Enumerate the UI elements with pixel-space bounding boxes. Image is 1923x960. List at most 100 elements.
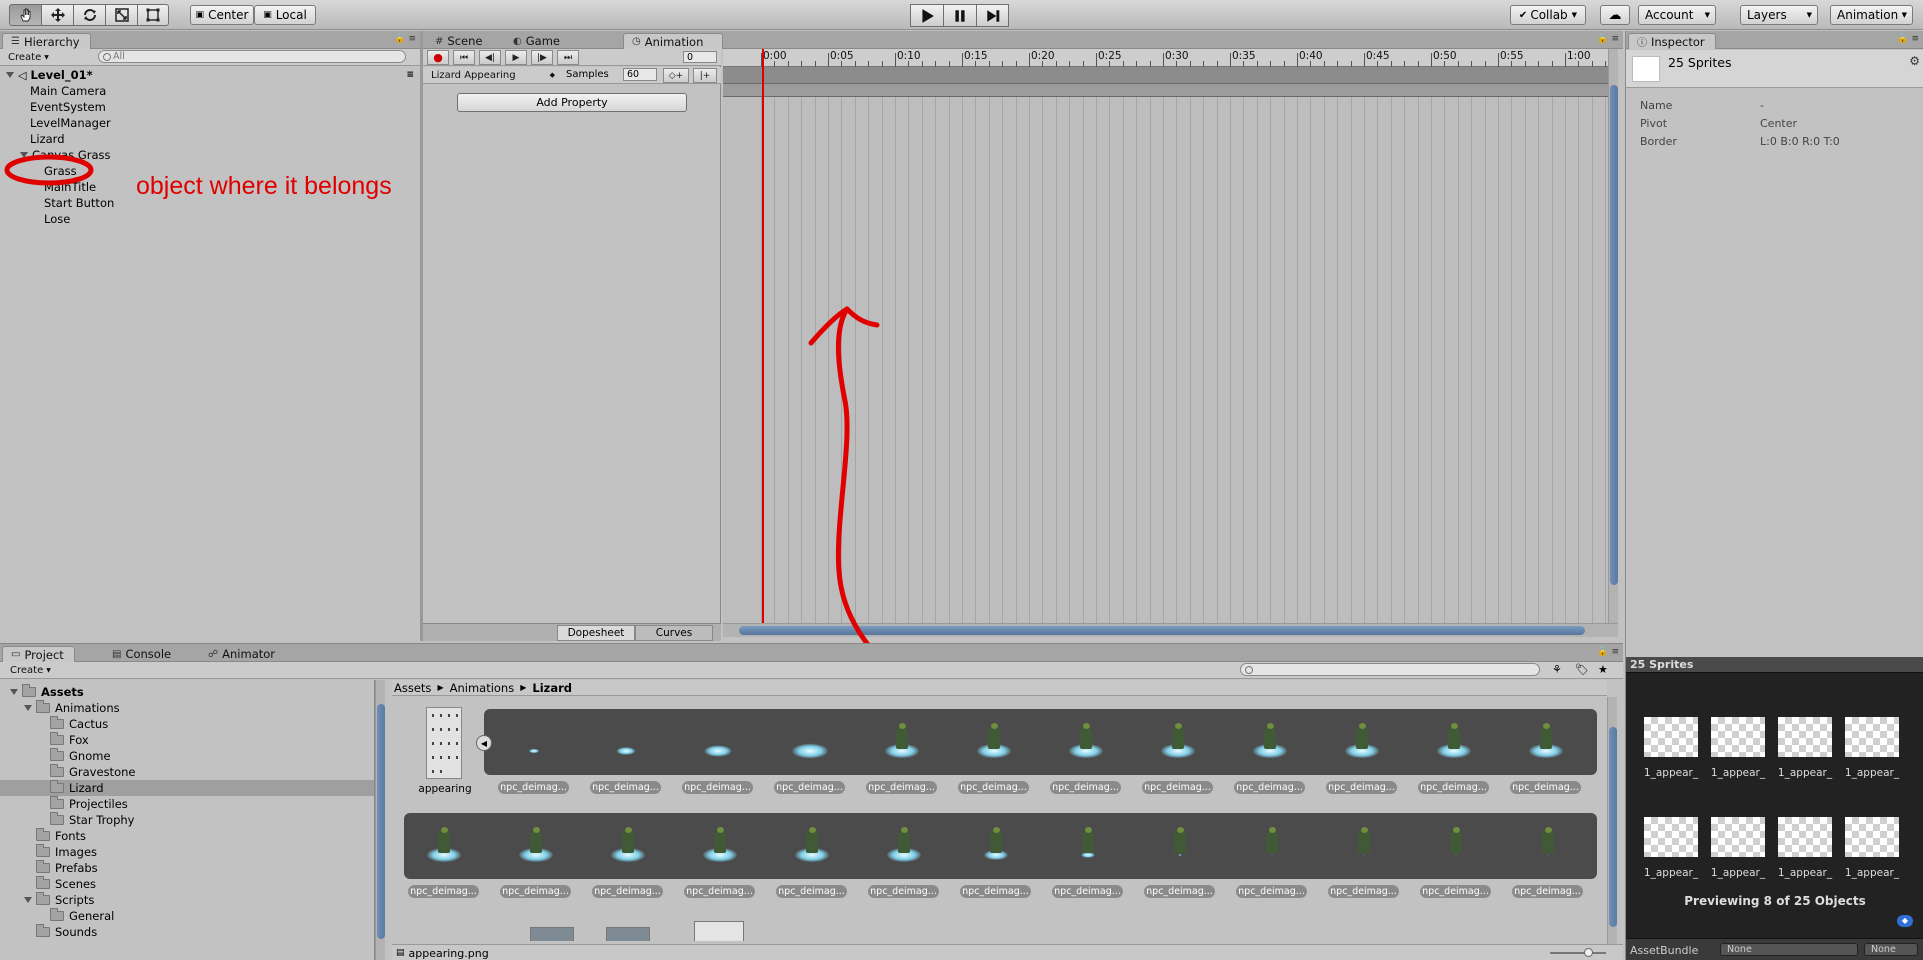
time-ruler[interactable]: 0:00 0:05 0:10 0:15 0:20 0:25 0:30 0:35 0:40 0:45… — [723, 49, 1608, 67]
create-dropdown[interactable]: Create ▼ — [4, 50, 53, 64]
sprite-frame-label[interactable]: npc_deimag... — [1418, 781, 1489, 794]
sprite-frame-label[interactable]: npc_deimag... — [1420, 885, 1491, 898]
breadcrumb-item[interactable]: Assets — [394, 681, 431, 695]
assets-vscroll[interactable] — [1607, 697, 1617, 944]
sprite-frame-thumb[interactable] — [960, 719, 1030, 767]
layout-dropdown[interactable]: Animation ▼ — [1830, 5, 1913, 25]
hand-tool-button[interactable] — [9, 4, 41, 26]
hierarchy-item[interactable]: Lose — [0, 211, 420, 227]
folder-tree-item[interactable]: Gravestone — [0, 764, 374, 780]
collapse-sprites-icon[interactable]: ◀ — [476, 735, 492, 751]
assetbundle-variant-dropdown[interactable]: None — [1864, 943, 1918, 956]
last-keyframe-button[interactable]: ⏭ — [557, 50, 579, 65]
sprite-frame-thumb[interactable] — [1144, 719, 1214, 767]
sprite-frame-thumb[interactable] — [686, 823, 756, 871]
sprite-frame-thumb[interactable] — [502, 823, 572, 871]
anim-play-button[interactable]: ▶ — [505, 50, 527, 65]
sprite-frame-label[interactable]: npc_deimag... — [868, 885, 939, 898]
sprite-frame-thumb[interactable] — [500, 719, 570, 767]
sprite-frame-label[interactable]: npc_deimag... — [1142, 781, 1213, 794]
sprite-frame-thumb[interactable] — [1238, 823, 1308, 871]
breadcrumb-item[interactable]: Animations — [450, 681, 515, 695]
pivot-mode-toggle[interactable]: ▣ Center — [190, 5, 254, 25]
tab-animator[interactable]: ☍ Animator — [200, 646, 285, 662]
sprite-frame-thumb[interactable] — [1236, 719, 1306, 767]
sprite-frame-thumb[interactable] — [870, 823, 940, 871]
frame-field[interactable]: 0 — [683, 51, 717, 63]
add-keyframe-button[interactable]: ◇+ — [663, 68, 689, 83]
sprite-frame-label[interactable]: npc_deimag... — [1234, 781, 1305, 794]
label-tag-icon[interactable]: ◆ — [1897, 915, 1913, 927]
sprite-frame-thumb[interactable] — [1146, 823, 1216, 871]
panel-menu-icon[interactable]: 🔒 ≡ — [394, 34, 416, 44]
sprite-frame-label[interactable]: npc_deimag... — [1326, 781, 1397, 794]
expand-arrow-icon[interactable] — [6, 72, 14, 78]
sprite-frame-label[interactable]: npc_deimag... — [960, 885, 1031, 898]
first-keyframe-button[interactable]: ⏮ — [453, 50, 475, 65]
folder-tree-item[interactable]: Lizard — [0, 780, 374, 796]
sprite-frame-thumb[interactable] — [1330, 823, 1400, 871]
sprite-frame-thumb[interactable] — [592, 719, 662, 767]
tab-dopesheet[interactable]: Dopesheet — [557, 625, 635, 641]
assetbundle-dropdown[interactable]: None — [1720, 943, 1858, 956]
project-search[interactable] — [1240, 663, 1540, 676]
hierarchy-search[interactable]: All — [98, 50, 406, 63]
scroll-thumb[interactable] — [377, 704, 385, 939]
pivot-rotation-toggle[interactable]: ▣ Local — [254, 5, 316, 25]
playhead[interactable] — [762, 49, 764, 623]
tab-scene[interactable]: # Scene — [427, 33, 492, 49]
sprite-frame-label[interactable]: npc_deimag... — [1328, 885, 1399, 898]
sprite-frame-label[interactable]: npc_deimag... — [1144, 885, 1215, 898]
pause-button[interactable] — [943, 4, 976, 27]
sprite-frame-thumb[interactable] — [1420, 719, 1490, 767]
samples-field[interactable]: 60 — [623, 68, 657, 81]
scroll-thumb[interactable] — [1610, 85, 1618, 585]
folder-tree-item[interactable]: General — [0, 908, 374, 924]
sprite-frame-label[interactable]: npc_deimag... — [590, 781, 661, 794]
sprite-frame-thumb[interactable] — [1052, 719, 1122, 767]
prev-keyframe-button[interactable]: ◀| — [479, 50, 501, 65]
folder-tree-item[interactable]: Projectiles — [0, 796, 374, 812]
sprite-frame-thumb[interactable] — [1512, 719, 1582, 767]
asset-thumb[interactable] — [694, 921, 744, 941]
panel-menu-icon[interactable]: 🔒 ≡ — [1597, 34, 1619, 44]
move-tool-button[interactable] — [41, 4, 73, 26]
star-icon[interactable]: ★ — [1598, 663, 1608, 676]
scene-row[interactable]: ◁ Level_01* ≡ — [0, 67, 420, 83]
tab-inspector[interactable]: ⓘ Inspector — [1628, 33, 1716, 49]
layers-dropdown[interactable]: Layers ▼ — [1740, 5, 1818, 25]
zoom-slider-knob[interactable] — [1584, 948, 1593, 957]
sprite-frame-label[interactable]: npc_deimag... — [682, 781, 753, 794]
hierarchy-item[interactable]: LevelManager — [0, 115, 420, 131]
sprite-frame-label[interactable]: npc_deimag... — [500, 885, 571, 898]
project-create-dropdown[interactable]: Create ▼ — [6, 663, 55, 677]
breadcrumb-item-current[interactable]: Lizard — [532, 681, 572, 695]
add-property-button[interactable]: Add Property — [457, 93, 687, 112]
record-button[interactable]: ● — [427, 50, 449, 65]
hierarchy-item[interactable]: Main Camera — [0, 83, 420, 99]
sprite-frame-thumb[interactable] — [776, 719, 846, 767]
sprite-frame-thumb[interactable] — [1328, 719, 1398, 767]
sprite-frame-thumb[interactable] — [1054, 823, 1124, 871]
account-dropdown[interactable]: Account ▼ — [1638, 5, 1716, 25]
preview-header[interactable]: 25 Sprites — [1626, 657, 1923, 673]
scale-tool-button[interactable] — [105, 4, 137, 26]
folder-tree-item[interactable]: Scenes — [0, 876, 374, 892]
timeline-vscroll[interactable] — [1608, 49, 1618, 623]
folder-tree-item[interactable]: Star Trophy — [0, 812, 374, 828]
folder-tree-item[interactable]: Animations — [0, 700, 374, 716]
step-button[interactable] — [976, 4, 1009, 27]
sprite-frame-label[interactable]: npc_deimag... — [774, 781, 845, 794]
folder-tree-item[interactable]: Assets — [0, 684, 374, 700]
rotate-tool-button[interactable] — [73, 4, 105, 26]
sprite-frame-thumb[interactable] — [1422, 823, 1492, 871]
tab-animation[interactable]: ◷ Animation — [623, 33, 723, 49]
sprite-frame-thumb[interactable] — [410, 823, 480, 871]
tab-hierarchy[interactable]: ☰ Hierarchy — [2, 33, 91, 49]
sprite-frame-label[interactable]: npc_deimag... — [684, 885, 755, 898]
gear-icon[interactable]: ⚙ — [1909, 54, 1920, 68]
sprite-frame-label[interactable]: npc_deimag... — [958, 781, 1029, 794]
tab-game[interactable]: ◐ Game — [505, 33, 570, 49]
expand-arrow-icon[interactable] — [24, 897, 32, 903]
hierarchy-item[interactable]: EventSystem — [0, 99, 420, 115]
